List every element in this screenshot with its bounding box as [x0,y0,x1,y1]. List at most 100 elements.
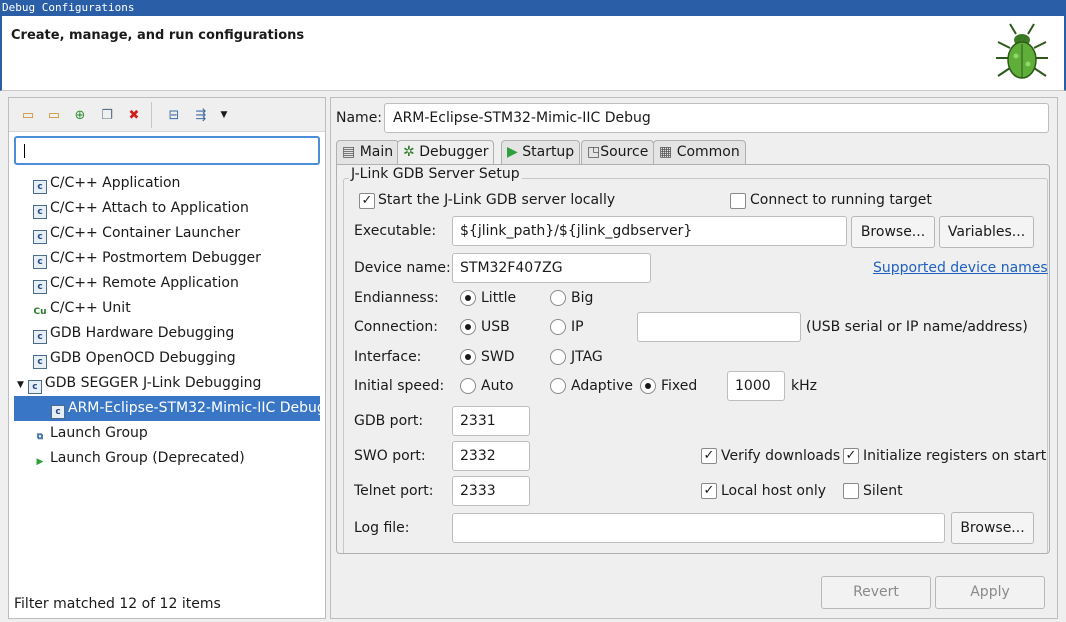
revert-button[interactable]: Revert [821,576,931,609]
c-config-icon: c [33,355,47,369]
local-host-only-checkbox[interactable]: ✓ [701,483,717,499]
collapse-all-icon[interactable]: ⊟ [165,106,183,124]
tree-item[interactable]: Cu C/C++ Unit [33,296,130,321]
speed-label: Initial speed: [354,378,445,394]
duplicate-icon[interactable]: ❐ [98,106,116,124]
speed-fixed-radio[interactable] [640,378,656,394]
export-icon[interactable]: ⊕ [71,106,89,124]
endian-little-radio[interactable] [460,290,476,306]
silent-checkbox[interactable] [843,483,859,499]
tree-item[interactable]: ⧉ Launch Group [33,421,148,446]
executable-label: Executable: [354,223,437,239]
c-config-icon: c [33,255,47,269]
verify-downloads-label: Verify downloads [721,448,841,464]
tree-item[interactable]: c C/C++ Container Launcher [33,221,240,246]
c-config-icon: c [33,230,47,244]
name-field[interactable]: ARM-Eclipse-STM32-Mimic-IIC Debug [384,103,1049,133]
play-icon: ▶ [507,144,518,160]
connect-running-checkbox[interactable] [730,193,746,209]
window-title: Debug Configurations [0,0,1066,16]
log-browse-button[interactable]: Browse... [951,512,1034,544]
auto-label: Auto [481,378,514,394]
tree-item[interactable]: c C/C++ Attach to Application [33,196,249,221]
main-tab-icon: ▤ [342,144,356,160]
filter-status: Filter matched 12 of 12 items [14,596,221,612]
telnet-port-label: Telnet port: [354,483,434,499]
tab-main[interactable]: ▤ Main [336,140,400,164]
telnet-port-field[interactable]: 2333 [452,476,530,506]
tree-item[interactable]: c C/C++ Postmortem Debugger [33,246,261,271]
speed-adaptive-radio[interactable] [550,378,566,394]
tree-item[interactable]: c GDB Hardware Debugging [33,321,234,346]
tab-startup[interactable]: ▶ Startup [501,140,581,164]
tree-item[interactable]: c GDB OpenOCD Debugging [33,346,236,371]
tab-debugger[interactable]: ✲ Debugger [397,140,495,165]
expand-arrow-icon[interactable]: ▼ [17,380,24,390]
supported-devices-link[interactable]: Supported device names [873,260,1048,276]
gdb-port-label: GDB port: [354,413,424,429]
name-label: Name: [336,110,383,126]
connection-address-field[interactable] [637,312,801,342]
interface-swd-radio[interactable] [460,349,476,365]
device-label: Device name: [354,260,451,276]
endianness-label: Endianness: [354,290,439,306]
dialog-header: Create, manage, and run configurations [0,16,1066,91]
interface-jtag-radio[interactable] [550,349,566,365]
tree-item[interactable]: c C/C++ Application [33,171,180,196]
variables-button[interactable]: Variables... [939,216,1034,248]
init-registers-checkbox[interactable]: ✓ [843,448,859,464]
speed-field[interactable]: 1000 [727,371,785,401]
tree-item[interactable]: c C/C++ Remote Application [33,271,239,296]
executable-field[interactable]: ${jlink_path}/${jlink_gdbserver} [452,216,847,246]
verify-downloads-checkbox[interactable]: ✓ [701,448,717,464]
new-prototype-icon[interactable]: ▭ [45,106,63,124]
fixed-label: Fixed [661,378,698,394]
usb-label: USB [481,319,510,335]
unit-icon: Cu [33,307,47,317]
log-file-label: Log file: [354,520,410,536]
apply-button[interactable]: Apply [935,576,1045,609]
filter-input[interactable] [14,136,320,165]
endian-big-radio[interactable] [550,290,566,306]
bug-icon [996,23,1048,79]
c-config-icon: c [27,380,42,394]
debugger-tab-panel: J-Link GDB Server Setup ✓ Start the J-Li… [336,164,1050,554]
log-file-field[interactable] [452,513,945,543]
swo-port-field[interactable]: 2332 [452,441,530,471]
group-title: J-Link GDB Server Setup [349,166,522,182]
adaptive-label: Adaptive [571,378,633,394]
launch-group-icon: ⧉ [36,432,44,442]
bug-small-icon: ✲ [403,144,415,160]
executable-browse-button[interactable]: Browse... [851,216,935,248]
connection-usb-radio[interactable] [460,319,476,335]
start-locally-label: Start the J-Link GDB server locally [378,192,616,208]
speed-auto-radio[interactable] [460,378,476,394]
configuration-editor: Name: ARM-Eclipse-STM32-Mimic-IIC Debug … [330,97,1058,619]
connect-running-label: Connect to running target [750,192,932,208]
tree-item[interactable]: ▶ Launch Group (Deprecated) [33,446,245,471]
new-configuration-icon[interactable]: ▭ [19,106,37,124]
speed-unit: kHz [791,378,817,394]
dialog-title: Create, manage, and run configurations [11,28,305,43]
tab-source[interactable]: ◳Source [581,140,655,164]
tab-common[interactable]: ▦ Common [653,140,746,164]
gdb-port-field[interactable]: 2331 [452,406,530,436]
c-config-icon: c [33,330,47,344]
tree-item-selected[interactable]: c ARM-Eclipse-STM32-Mimic-IIC Debug [14,396,320,421]
c-config-icon: c [33,205,47,219]
delete-icon[interactable]: ✖ [125,106,143,124]
filter-icon[interactable]: ⇶ [192,106,210,124]
play-icon: ▶ [36,457,44,467]
start-locally-checkbox[interactable]: ✓ [359,193,375,209]
silent-label: Silent [863,483,903,499]
connection-hint: (USB serial or IP name/address) [806,319,1028,335]
interface-label: Interface: [354,349,422,365]
c-config-icon: c [51,405,65,419]
tree-toolbar: ▭ ▭ ⊕ ❐ ✖ ⊟ ⇶ ▼ [9,98,325,132]
connection-ip-radio[interactable] [550,319,566,335]
connection-label: Connection: [354,319,438,335]
jtag-label: JTAG [571,349,603,365]
device-name-field[interactable]: STM32F407ZG [452,253,651,283]
view-menu-icon[interactable]: ▼ [215,106,233,124]
tree-item-expanded[interactable]: ▼ c GDB SEGGER J-Link Debugging [17,371,261,396]
